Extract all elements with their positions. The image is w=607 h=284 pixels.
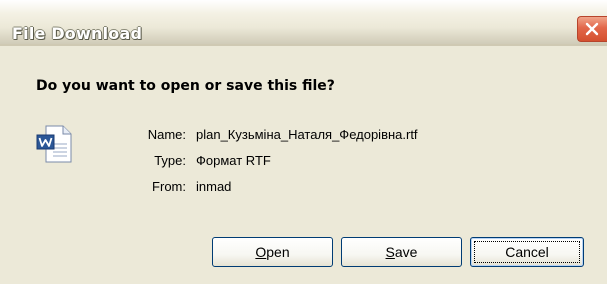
cancel-button[interactable]: Cancel: [470, 237, 584, 267]
close-icon: [585, 22, 599, 36]
open-accelerator: O: [255, 244, 267, 260]
save-label-rest: ave: [394, 244, 418, 260]
save-accelerator: S: [385, 244, 395, 260]
close-button[interactable]: [577, 16, 607, 42]
from-label: From:: [152, 179, 186, 194]
save-button-label: Save: [386, 244, 418, 260]
save-button[interactable]: Save: [341, 237, 462, 267]
name-label: Name:: [147, 127, 186, 142]
file-name-value: plan_Кузьміна_Наталя_Федорівна.rtf: [196, 127, 418, 142]
title-bar-divider: [0, 44, 607, 46]
file-download-dialog: File Download Do you want to open or sav…: [0, 0, 607, 284]
open-button[interactable]: Open: [212, 237, 333, 267]
source-value: inmad: [196, 179, 232, 194]
open-label-rest: pen: [266, 244, 290, 260]
dialog-question: Do you want to open or save this file?: [36, 78, 335, 94]
open-button-label: Open: [255, 244, 289, 260]
cancel-button-label: Cancel: [505, 244, 549, 260]
type-label: Type:: [154, 153, 186, 168]
title-bar[interactable]: File Download: [0, 0, 607, 44]
window-title: File Download: [12, 24, 143, 43]
file-type-value: Формат RTF: [196, 153, 271, 168]
